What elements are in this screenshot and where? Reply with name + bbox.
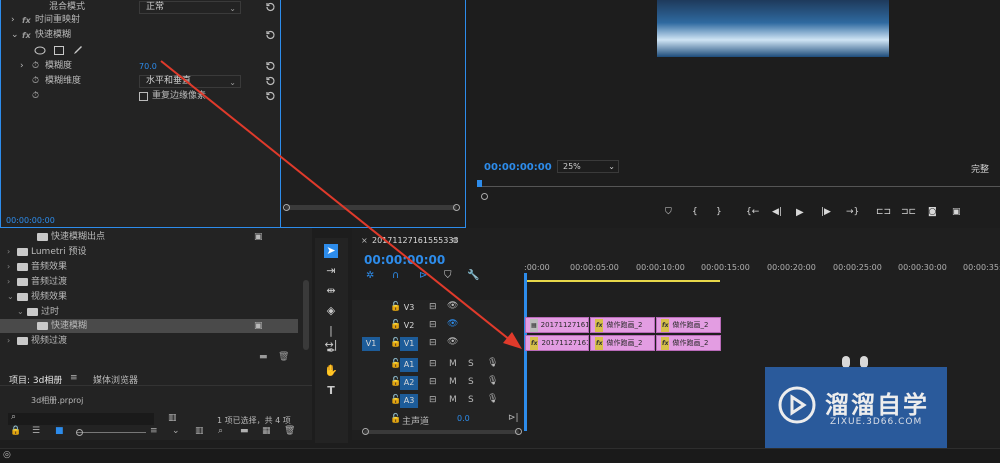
play-logo-icon: [778, 386, 816, 424]
watermark-name: 溜溜自学: [825, 391, 929, 419]
watermark-logo: 溜溜自学 ZIXUE.3D66.COM: [765, 367, 947, 451]
status-bar: ◎: [0, 448, 1000, 463]
status-icon[interactable]: ◎: [3, 450, 11, 460]
watermark-url: ZIXUE.3D66.COM: [830, 417, 923, 427]
